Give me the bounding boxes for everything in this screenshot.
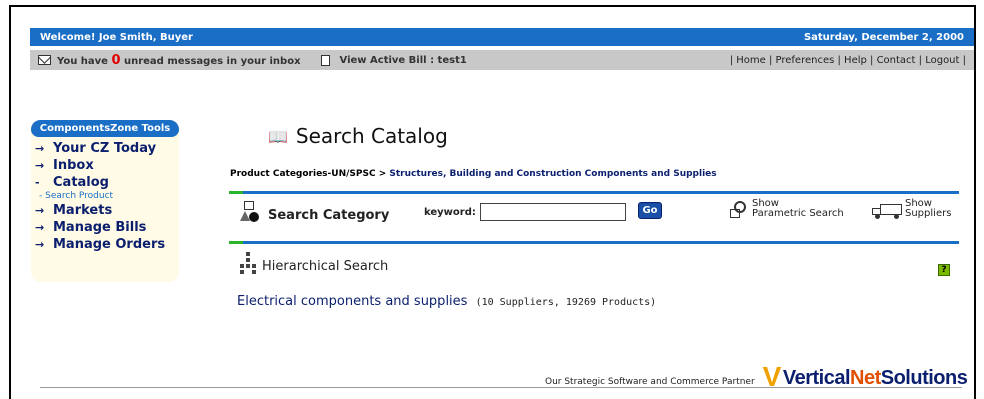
active-bill-link[interactable]: View Active Bill : test1	[340, 55, 467, 66]
parametric-search-link[interactable]: Show Parametric Search	[730, 199, 844, 219]
tool-inbox[interactable]: → Inbox	[35, 157, 179, 174]
tool-label: Inbox	[53, 158, 94, 173]
tool-label: Manage Orders	[53, 237, 166, 252]
page-title-text: Search Catalog	[295, 124, 448, 148]
hierarchy-tree-icon	[240, 252, 256, 274]
tool-your-cz-today[interactable]: → Your CZ Today	[35, 140, 179, 157]
tool-markets[interactable]: → Markets	[35, 202, 179, 219]
help-button[interactable]: ?	[938, 264, 950, 276]
top-nav-links[interactable]: | Home | Preferences | Help | Contact | …	[730, 55, 966, 66]
hierarchical-search: Hierarchical Search	[240, 252, 388, 274]
current-date: Saturday, December 2, 2000	[803, 31, 964, 43]
breadcrumb: Product Categories-UN/SPSC > Structures,…	[230, 169, 717, 179]
keyword-label: keyword:	[424, 207, 476, 218]
breadcrumb-separator: >	[378, 169, 387, 179]
open-book-icon: 📖	[268, 126, 288, 146]
page-title: 📖 Search Catalog	[268, 124, 448, 148]
category-result-link[interactable]: Electrical components and supplies	[237, 294, 467, 309]
go-button[interactable]: Go	[638, 202, 662, 219]
tool-search-product[interactable]: - Search Product	[35, 191, 179, 202]
param-line2: Parametric Search	[752, 208, 844, 219]
tool-catalog[interactable]: - Catalog	[35, 174, 179, 191]
category-result: Electrical components and supplies (10 S…	[237, 294, 656, 309]
show-suppliers-text: Show Suppliers	[905, 199, 951, 219]
search-row: Search Category keyword: Go Show Paramet…	[240, 197, 960, 231]
keyword-input[interactable]	[480, 203, 626, 221]
partner-text: Our Strategic Software and Commerce Part…	[545, 377, 755, 387]
show-suppliers-link[interactable]: Show Suppliers	[872, 199, 951, 219]
tool-label: Catalog	[53, 175, 109, 190]
tool-label: Manage Bills	[53, 220, 147, 235]
messages-area: You have 0 unread messages in your inbox…	[38, 53, 467, 68]
tool-label: Markets	[53, 203, 113, 218]
tool-manage-orders[interactable]: → Manage Orders	[35, 236, 179, 253]
arrow-right-icon: →	[35, 142, 45, 155]
header-bar: Welcome! Joe Smith, Buyer Saturday, Dece…	[30, 28, 974, 46]
inbox-message-link[interactable]: You have 0 unread messages in your inbox	[57, 53, 301, 68]
category-result-meta: (10 Suppliers, 19269 Products)	[475, 297, 657, 308]
magnifier-icon	[730, 199, 750, 219]
arrow-right-icon: →	[35, 204, 45, 217]
breadcrumb-root[interactable]: Product Categories-UN/SPSC	[230, 169, 376, 179]
supp-line2: Suppliers	[905, 208, 952, 219]
msg-suffix: unread messages in your inbox	[123, 55, 301, 67]
breadcrumb-current[interactable]: Structures, Building and Construction Co…	[389, 169, 716, 179]
tools-list: → Your CZ Today → Inbox - Catalog - Search …	[31, 137, 179, 253]
tools-panel: ComponentsZone Tools → Your CZ Today → Inb…	[31, 120, 179, 282]
arrow-right-icon: →	[35, 238, 45, 251]
msg-prefix: You have	[57, 55, 108, 67]
tool-manage-bills[interactable]: → Manage Bills	[35, 219, 179, 236]
search-category-label: Search Category	[268, 208, 390, 223]
shapes-icon	[240, 201, 260, 223]
section-divider	[229, 241, 959, 244]
parametric-search-text: Show Parametric Search	[752, 199, 844, 219]
hierarchical-search-title: Hierarchical Search	[262, 259, 389, 274]
envelope-icon	[38, 55, 51, 65]
document-icon	[320, 54, 330, 66]
divider-accent	[229, 191, 243, 194]
footer-divider	[40, 387, 962, 388]
welcome-text: Welcome! Joe Smith, Buyer	[40, 31, 193, 43]
divider-accent	[229, 241, 243, 244]
search-category: Search Category	[240, 201, 389, 223]
status-bar: You have 0 unread messages in your inbox…	[30, 50, 974, 70]
truck-icon	[872, 201, 902, 219]
dash-icon: -	[35, 176, 40, 189]
section-divider	[229, 191, 959, 194]
tools-title: ComponentsZone Tools	[31, 120, 179, 137]
arrow-right-icon: →	[35, 221, 45, 234]
tool-label: Your CZ Today	[53, 141, 157, 156]
unread-count: 0	[111, 52, 121, 68]
arrow-right-icon: →	[35, 159, 45, 172]
